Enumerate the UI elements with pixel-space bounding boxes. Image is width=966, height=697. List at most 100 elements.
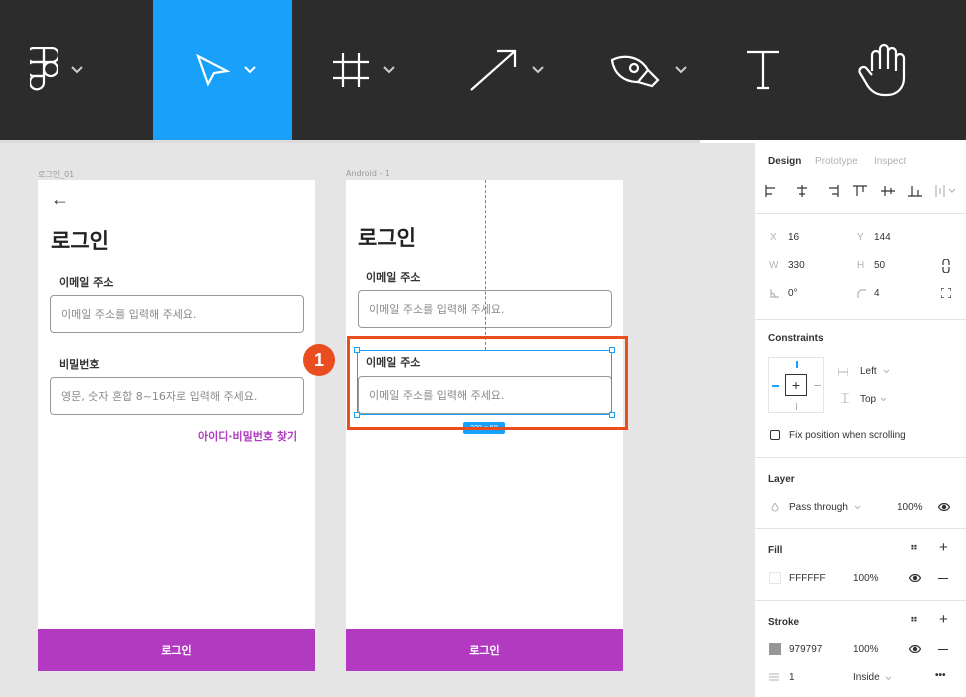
toolbar <box>0 0 966 140</box>
chevron-down-icon <box>885 676 892 681</box>
y-input[interactable]: 144 <box>874 232 891 243</box>
email-label: 이메일 주소 <box>59 276 114 289</box>
tab-prototype[interactable]: Prototype <box>815 156 858 167</box>
horizontal-constraint-select[interactable]: Left <box>860 366 877 377</box>
frame-tool[interactable] <box>332 0 396 140</box>
frame-hash-icon <box>333 53 369 87</box>
frame-login-01[interactable]: ← 로그인 이메일 주소 이메일 주소를 입력해 주세요. 비밀번호 영문, 숫… <box>38 180 315 671</box>
height-input[interactable]: 50 <box>874 260 885 271</box>
constraint-top-marker[interactable] <box>796 361 798 368</box>
stroke-opacity-input[interactable]: 100% <box>853 644 879 655</box>
panel-divider <box>755 457 966 458</box>
tutorial-highlight-box <box>347 336 628 430</box>
panel-divider <box>755 319 966 320</box>
chevron-down-icon <box>880 397 887 402</box>
pen-tool[interactable] <box>610 0 688 140</box>
remove-fill-icon[interactable] <box>938 578 948 579</box>
rotation-icon <box>770 289 779 298</box>
hand-tool[interactable] <box>858 0 910 140</box>
y-label: Y <box>857 232 864 243</box>
width-input[interactable]: 330 <box>788 260 805 271</box>
constraint-right-marker[interactable] <box>814 385 821 386</box>
x-label: X <box>770 232 777 243</box>
w-label: W <box>769 260 779 271</box>
fill-opacity-input[interactable]: 100% <box>853 573 879 584</box>
fill-styles-icon[interactable]: ⠶ <box>910 542 918 553</box>
password-label: 비밀번호 <box>59 358 100 371</box>
frame-label-android-1[interactable]: Android - 1 <box>346 169 390 178</box>
add-stroke-icon[interactable]: + <box>939 611 948 628</box>
align-bottom-icon[interactable] <box>908 185 922 197</box>
stroke-color-swatch[interactable] <box>769 643 781 655</box>
password-input[interactable]: 영문, 숫자 혼합 8~16자로 입력해 주세요. <box>50 377 304 415</box>
fill-title: Fill <box>768 545 783 556</box>
chevron-down-icon <box>883 369 890 374</box>
tab-design[interactable]: Design <box>768 156 801 167</box>
constraints-title: Constraints <box>768 333 824 344</box>
add-fill-icon[interactable]: + <box>939 539 948 556</box>
smart-guide-line <box>485 180 486 350</box>
fill-hex-input[interactable]: FFFFFF <box>789 573 826 584</box>
x-input[interactable]: 16 <box>788 232 799 243</box>
email-label: 이메일 주소 <box>366 271 421 284</box>
align-right-icon[interactable] <box>825 185 839 197</box>
text-tool[interactable] <box>745 0 781 140</box>
blend-mode-drop-icon <box>771 503 779 512</box>
fill-color-swatch[interactable] <box>769 572 781 584</box>
layer-opacity-input[interactable]: 100% <box>897 502 923 513</box>
main-menu-button[interactable] <box>30 0 84 140</box>
constrain-proportions-icon[interactable] <box>942 259 950 273</box>
eye-icon[interactable] <box>909 574 921 582</box>
more-options-icon[interactable]: ••• <box>935 670 946 681</box>
constraint-plus-icon: + <box>791 377 801 393</box>
login-button[interactable]: 로그인 <box>38 629 315 671</box>
align-horizontal-center-icon[interactable] <box>795 185 809 197</box>
constraint-widget[interactable]: + <box>768 357 824 413</box>
find-id-password-link[interactable]: 아이디·비밀번호 찾기 <box>198 428 297 444</box>
align-left-icon[interactable] <box>765 185 779 197</box>
frame-label-login-01[interactable]: 로그인_01 <box>38 169 74 180</box>
vertical-constraint-icon <box>841 393 849 403</box>
blend-mode-select[interactable]: Pass through <box>789 502 848 513</box>
chevron-down-icon <box>532 66 544 74</box>
stroke-styles-icon[interactable]: ⠶ <box>910 614 918 625</box>
stroke-weight-input[interactable]: 1 <box>789 672 795 683</box>
align-vertical-center-icon[interactable] <box>881 185 895 197</box>
corner-radius-icon <box>857 289 866 298</box>
eye-icon[interactable] <box>909 645 921 653</box>
page-title: 로그인 <box>358 226 416 250</box>
constraint-left-marker[interactable] <box>772 385 779 387</box>
figma-logo-icon <box>30 47 58 91</box>
independent-corners-icon[interactable] <box>941 288 951 298</box>
email-input[interactable]: 이메일 주소를 입력해 주세요. <box>50 295 304 333</box>
stroke-title: Stroke <box>768 617 800 628</box>
panel-divider <box>755 213 966 214</box>
vertical-constraint-select[interactable]: Top <box>860 394 876 405</box>
fix-position-checkbox[interactable] <box>770 430 780 440</box>
text-t-icon <box>747 50 779 90</box>
cursor-arrow-icon <box>196 53 231 87</box>
alignment-row <box>765 183 961 201</box>
remove-stroke-icon[interactable] <box>938 649 948 650</box>
horizontal-constraint-icon <box>838 368 848 376</box>
chevron-down-icon <box>71 66 83 74</box>
layer-title: Layer <box>768 474 795 485</box>
constraint-bottom-marker[interactable] <box>796 403 797 410</box>
stroke-align-select[interactable]: Inside <box>853 672 880 683</box>
stroke-hex-input[interactable]: 979797 <box>789 644 822 655</box>
move-tool[interactable] <box>153 0 292 140</box>
tab-inspect[interactable]: Inspect <box>874 156 906 167</box>
login-button[interactable]: 로그인 <box>346 629 623 671</box>
align-top-icon[interactable] <box>853 185 867 197</box>
back-arrow-icon[interactable]: ← <box>51 189 69 210</box>
eye-icon[interactable] <box>938 503 950 511</box>
chevron-down-icon <box>854 505 861 510</box>
canvas[interactable]: 로그인_01 ← 로그인 이메일 주소 이메일 주소를 입력해 주세요. 비밀번… <box>0 143 754 697</box>
distribute-icon[interactable] <box>935 185 957 197</box>
rotation-input[interactable]: 0° <box>788 288 798 299</box>
step-number-badge: 1 <box>303 344 335 376</box>
shape-tool[interactable] <box>469 0 545 140</box>
panel-divider <box>755 528 966 529</box>
chevron-down-icon <box>244 66 256 74</box>
corner-radius-input[interactable]: 4 <box>874 288 880 299</box>
